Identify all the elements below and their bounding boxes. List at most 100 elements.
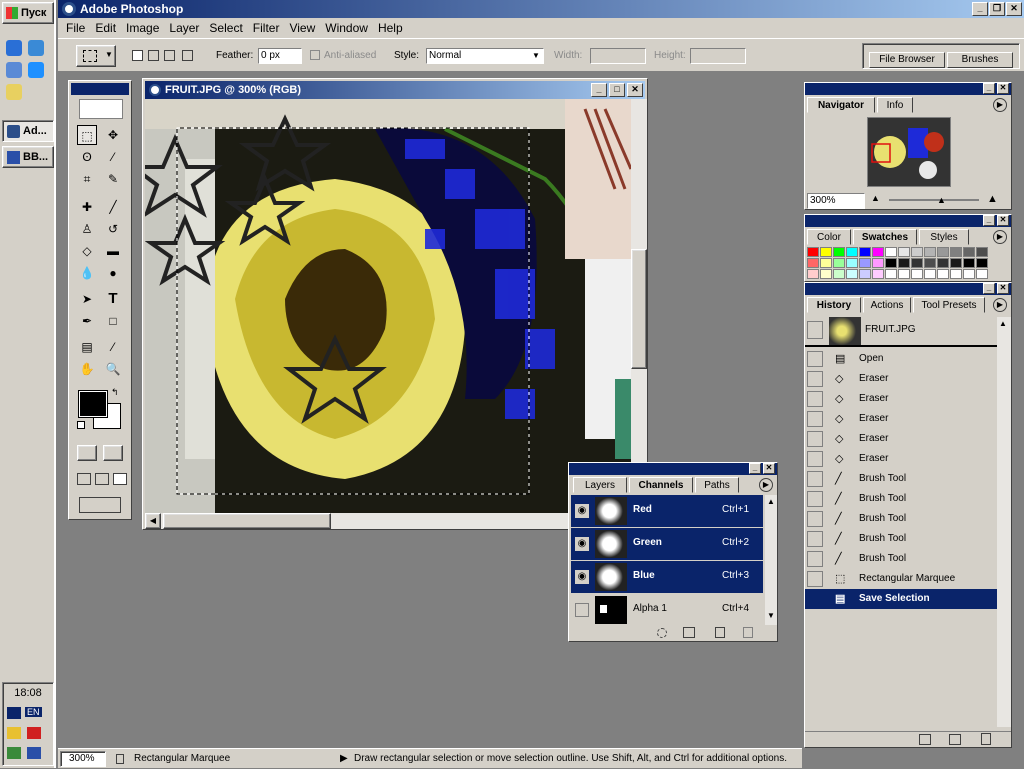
- menu-filter[interactable]: Filter: [248, 18, 285, 38]
- ie-icon[interactable]: [6, 40, 22, 56]
- tab-styles[interactable]: Styles: [919, 229, 969, 245]
- dodge-tool-icon[interactable]: ●: [103, 263, 123, 283]
- visibility-box[interactable]: [575, 603, 589, 617]
- add-selection-icon[interactable]: [148, 50, 159, 61]
- tab-paths[interactable]: Paths: [695, 477, 739, 493]
- channel-row[interactable]: ◉ Red Ctrl+1: [571, 495, 763, 527]
- desktop-icon[interactable]: [6, 62, 22, 78]
- ati-icon[interactable]: [27, 727, 41, 739]
- menu-select[interactable]: Select: [204, 18, 247, 38]
- doc-close-button[interactable]: ✕: [627, 83, 643, 97]
- create-snapshot-icon[interactable]: [949, 734, 961, 745]
- swatches-menu-icon[interactable]: ▶: [993, 230, 1007, 244]
- menu-file[interactable]: File: [61, 18, 90, 38]
- tab-tool-presets[interactable]: Tool Presets: [913, 297, 985, 313]
- color-swatch[interactable]: [872, 269, 884, 279]
- snapshot-source-box[interactable]: [807, 321, 823, 339]
- history-brush-source-box[interactable]: [807, 491, 823, 507]
- tab-actions[interactable]: Actions: [863, 297, 911, 313]
- color-swatch[interactable]: [807, 269, 819, 279]
- history-close-button[interactable]: ✕: [997, 283, 1009, 294]
- menu-edit[interactable]: Edit: [90, 18, 121, 38]
- clock[interactable]: 18:08: [3, 687, 53, 699]
- history-state[interactable]: ◇ Eraser: [805, 429, 997, 449]
- color-swatch[interactable]: [924, 258, 936, 268]
- color-swatch[interactable]: [937, 258, 949, 268]
- color-swatch[interactable]: [833, 247, 845, 257]
- full-screen-icon[interactable]: [113, 473, 127, 485]
- channels-scroll-down-icon[interactable]: ▼: [767, 611, 775, 620]
- history-brush-tool-icon[interactable]: ↺: [103, 219, 123, 239]
- hand-tool-icon[interactable]: ✋: [77, 359, 97, 379]
- color-swatch[interactable]: [885, 269, 897, 279]
- menu-image[interactable]: Image: [121, 18, 164, 38]
- eye-icon[interactable]: ◉: [575, 504, 589, 518]
- history-state[interactable]: ⬚ Rectangular Marquee: [805, 569, 997, 589]
- brushes-tab[interactable]: Brushes: [947, 52, 1013, 68]
- history-state[interactable]: ◇ Eraser: [805, 449, 997, 469]
- tool-preset-picker[interactable]: ▼: [76, 45, 116, 67]
- navigator-menu-icon[interactable]: ▶: [993, 98, 1007, 112]
- standard-mode-button[interactable]: [77, 445, 97, 461]
- color-swatch[interactable]: [950, 269, 962, 279]
- channels-minimize-button[interactable]: _: [749, 463, 761, 474]
- color-swatch[interactable]: [976, 258, 988, 268]
- scroll-left-button[interactable]: ◀: [145, 513, 161, 529]
- history-state[interactable]: ▤ Open: [805, 349, 997, 369]
- status-zoom-field[interactable]: 300%: [60, 751, 106, 767]
- healing-brush-tool-icon[interactable]: ✚: [77, 197, 97, 217]
- color-swatch[interactable]: [820, 247, 832, 257]
- antialias-checkbox[interactable]: [310, 50, 320, 60]
- doc-minimize-button[interactable]: _: [591, 83, 607, 97]
- channels-menu-icon[interactable]: ▶: [759, 478, 773, 492]
- new-selection-icon[interactable]: [132, 50, 143, 61]
- history-state[interactable]: ◇ Eraser: [805, 389, 997, 409]
- history-brush-source-box[interactable]: [807, 551, 823, 567]
- color-swatch[interactable]: [807, 258, 819, 268]
- history-state[interactable]: ╱ Brush Tool: [805, 509, 997, 529]
- zoom-in-icon[interactable]: ▲: [987, 193, 1001, 207]
- menu-window[interactable]: Window: [320, 18, 373, 38]
- height-input[interactable]: [690, 48, 746, 64]
- color-swatch[interactable]: [872, 247, 884, 257]
- volume-icon[interactable]: [7, 727, 21, 739]
- default-colors-icon[interactable]: [77, 421, 85, 429]
- color-swatch[interactable]: [924, 269, 936, 279]
- eye-icon[interactable]: ◉: [575, 537, 589, 551]
- color-swatch[interactable]: [833, 258, 845, 268]
- edit-icon[interactable]: [6, 84, 22, 100]
- vertical-scrollbar[interactable]: [631, 99, 647, 513]
- zoom-slider[interactable]: [889, 199, 979, 201]
- color-swatch[interactable]: [872, 258, 884, 268]
- intersect-selection-icon[interactable]: [182, 50, 193, 61]
- color-swatch[interactable]: [833, 269, 845, 279]
- swatches-close-button[interactable]: ✕: [997, 215, 1009, 226]
- file-browser-tab[interactable]: File Browser: [869, 52, 945, 68]
- zoom-out-icon[interactable]: ▲: [871, 193, 885, 207]
- new-channel-icon[interactable]: [715, 627, 725, 638]
- color-swatch[interactable]: [898, 269, 910, 279]
- tab-history[interactable]: History: [807, 297, 861, 313]
- task-button-word[interactable]: BB...: [2, 146, 54, 168]
- display-icon[interactable]: [7, 747, 21, 759]
- color-swatch[interactable]: [950, 258, 962, 268]
- color-swatch[interactable]: [820, 258, 832, 268]
- channel-row[interactable]: ◉ Green Ctrl+2: [571, 528, 763, 560]
- crop-tool-icon[interactable]: ⌗: [77, 169, 97, 189]
- color-swatch[interactable]: [950, 247, 962, 257]
- tab-info[interactable]: Info: [877, 97, 913, 113]
- standard-screen-icon[interactable]: [77, 473, 91, 485]
- close-button[interactable]: ✕: [1006, 2, 1022, 16]
- foreground-color-swatch[interactable]: [78, 390, 108, 418]
- history-state[interactable]: ╱ Brush Tool: [805, 529, 997, 549]
- history-state[interactable]: ◇ Eraser: [805, 369, 997, 389]
- lang-indicator[interactable]: EN: [25, 707, 42, 717]
- save-selection-icon[interactable]: [683, 627, 695, 638]
- color-swatch[interactable]: [963, 258, 975, 268]
- zoom-slider-thumb[interactable]: ▲: [937, 195, 946, 205]
- history-brush-source-box[interactable]: [807, 531, 823, 547]
- history-scroll-up-icon[interactable]: ▲: [999, 319, 1007, 328]
- history-brush-source-box[interactable]: [807, 391, 823, 407]
- blur-tool-icon[interactable]: 💧: [77, 263, 97, 283]
- task-button-photoshop[interactable]: Ad...: [2, 120, 54, 142]
